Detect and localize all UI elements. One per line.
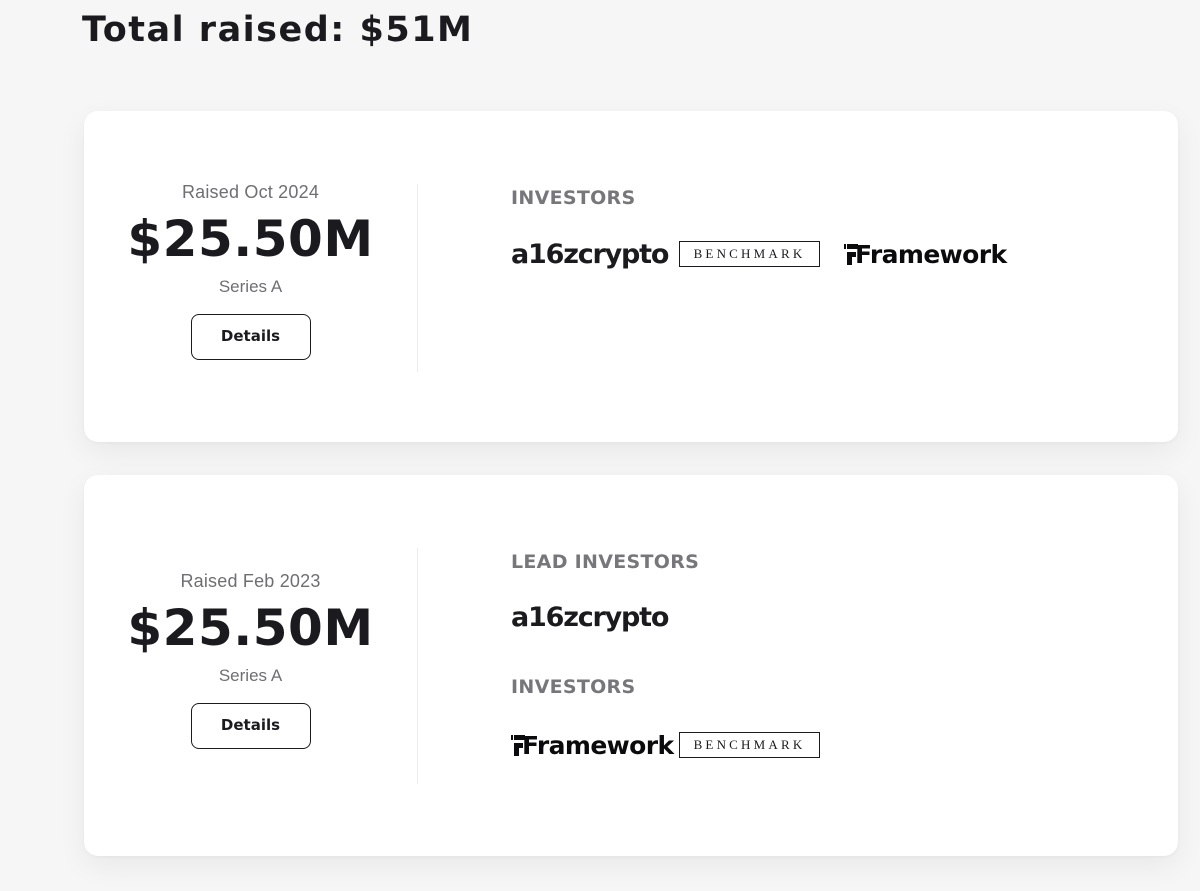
round-summary: Raised Feb 2023 $25.50M Series A Details [84, 571, 417, 749]
raised-date: Raised Oct 2024 [181, 182, 320, 202]
total-raised-heading: Total raised: $51M [82, 10, 474, 50]
lead-investors-label: LEAD INVESTORS [511, 551, 700, 573]
investor-logo-benchmark[interactable]: BENCHMARK [679, 730, 820, 760]
investor-name: Framework [522, 730, 674, 760]
investor-logo-a16zcrypto[interactable]: a16zcrypto [511, 602, 669, 633]
round-summary: Raised Oct 2024 $25.50M Series A Details [84, 182, 417, 360]
framework-mark-icon [511, 734, 525, 756]
investor-logo-framework[interactable]: Framework [844, 239, 1007, 269]
divider [417, 184, 418, 372]
investor-name: Framework [855, 239, 1007, 269]
round-type: Series A [218, 666, 283, 685]
investor-logos: Framework BENCHMARK [511, 730, 911, 760]
divider [417, 548, 418, 784]
details-button[interactable]: Details [190, 703, 311, 749]
funding-page: Total raised: $51M Raised Oct 2024 $25.5… [0, 0, 1200, 891]
lead-investor-logos: a16zcrypto [511, 602, 811, 633]
raised-date: Raised Feb 2023 [180, 571, 321, 591]
investor-logo-framework[interactable]: Framework [511, 730, 674, 760]
details-button[interactable]: Details [190, 314, 311, 360]
investor-logo-a16zcrypto[interactable]: a16zcrypto [511, 239, 669, 270]
funding-round-card: Raised Oct 2024 $25.50M Series A Details… [84, 111, 1178, 442]
investors-label: INVESTORS [511, 676, 636, 698]
investor-logo-benchmark[interactable]: BENCHMARK [679, 239, 820, 269]
funding-round-card: Raised Feb 2023 $25.50M Series A Details… [84, 475, 1178, 856]
round-amount: $25.50M [127, 210, 374, 268]
investor-logos: a16zcrypto BENCHMARK Framework [511, 239, 1111, 270]
framework-mark-icon [844, 243, 858, 265]
investors-label: INVESTORS [511, 187, 636, 209]
round-amount: $25.50M [127, 599, 374, 657]
round-type: Series A [218, 277, 283, 296]
